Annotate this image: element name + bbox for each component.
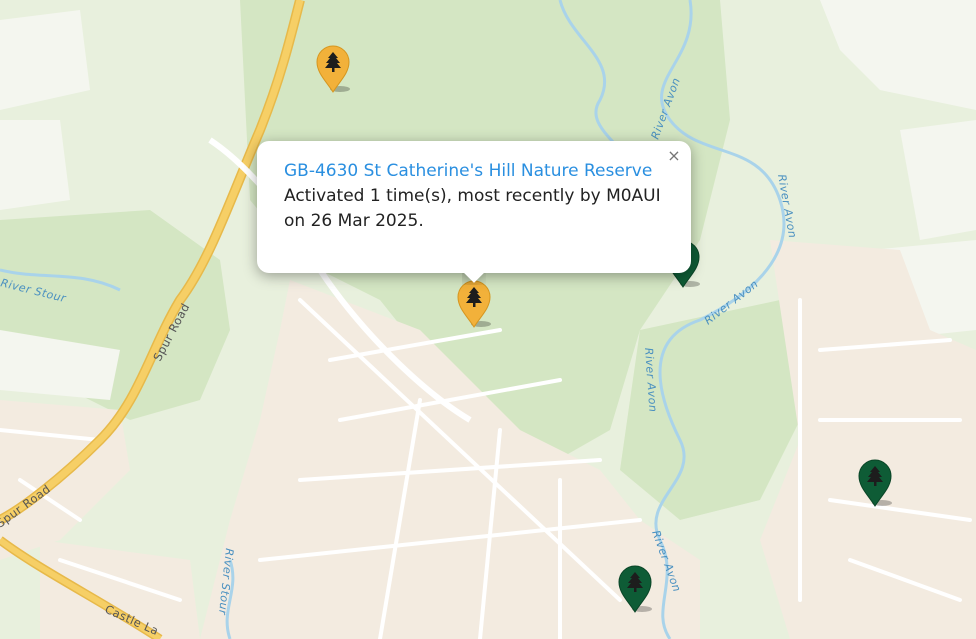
marker-green-bottom[interactable] <box>618 565 652 613</box>
popup-tip <box>462 273 486 285</box>
marker-popup: × GB-4630 St Catherine's Hill Nature Res… <box>257 141 691 273</box>
marker-yellow-top[interactable] <box>316 45 350 93</box>
close-icon[interactable]: × <box>665 147 683 165</box>
popup-description: Activated 1 time(s), most recently by M0… <box>284 186 661 231</box>
marker-yellow-selected[interactable] <box>457 280 491 328</box>
marker-green-right[interactable] <box>858 459 892 507</box>
reference-link[interactable]: GB-4630 St Catherine's Hill Nature Reser… <box>284 159 671 184</box>
